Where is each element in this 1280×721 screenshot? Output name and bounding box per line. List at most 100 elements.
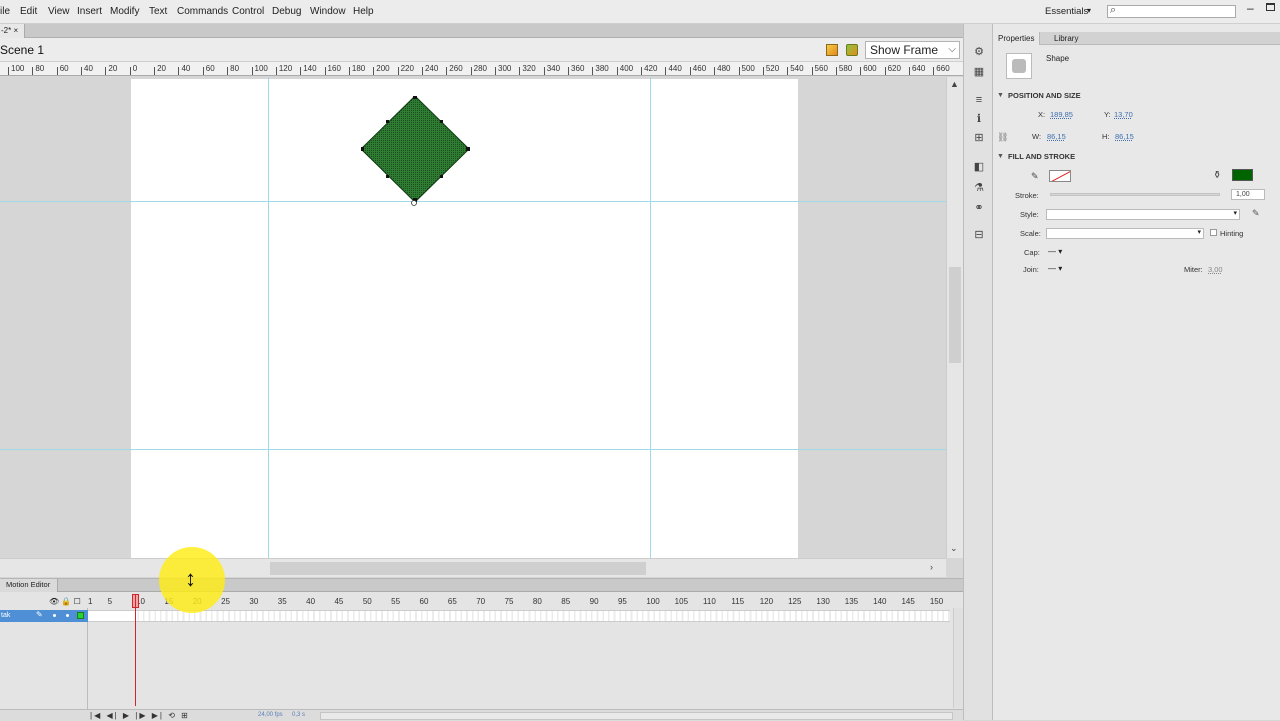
scroll-down-icon[interactable]: ⌄ (950, 543, 958, 554)
stroke-slider[interactable] (1050, 193, 1220, 196)
document-tab[interactable]: -2* × (0, 24, 25, 38)
frame-number[interactable]: 45 (334, 597, 343, 606)
frame-number[interactable]: 140 (873, 597, 886, 606)
guide-line[interactable] (268, 77, 269, 558)
lock-dot[interactable] (66, 614, 69, 617)
edit-pencil-icon[interactable]: ✎ (1252, 208, 1260, 219)
tab-properties[interactable]: Properties (993, 32, 1041, 45)
workspace-switcher[interactable]: Essentials (1045, 6, 1088, 17)
frame-number[interactable]: 110 (703, 597, 716, 606)
frame-number[interactable]: 95 (618, 597, 627, 606)
selected-diamond-shape[interactable] (361, 96, 471, 208)
keyframe-span[interactable] (88, 611, 136, 621)
minimize-button[interactable]: – (1247, 1, 1254, 15)
frame-number[interactable]: 150 (930, 597, 943, 606)
fill-color-swatch[interactable] (1232, 169, 1253, 181)
close-icon[interactable]: × (13, 26, 18, 35)
miter-value[interactable]: 3,00 (1208, 265, 1223, 274)
stage-vertical-scrollbar[interactable]: ▲ ⌄ (946, 77, 963, 558)
join-select[interactable]: — ▾ (1048, 264, 1062, 273)
frames-row[interactable] (88, 610, 950, 622)
frame-number[interactable]: 105 (675, 597, 688, 606)
section-position-size[interactable]: ▼ POSITION AND SIZE (993, 90, 1280, 102)
menu-window[interactable]: Window (310, 6, 346, 17)
tab-motion-editor[interactable]: Motion Editor (0, 579, 58, 592)
library-icon[interactable]: ▦ (973, 66, 985, 78)
frame-number[interactable]: 100 (646, 597, 659, 606)
swatches-icon[interactable]: ⚗ (973, 182, 985, 194)
stroke-width-input[interactable]: 1,00 (1231, 189, 1265, 200)
frame-number[interactable]: 70 (476, 597, 485, 606)
scroll-right-icon[interactable]: › (930, 562, 933, 572)
section-fill-stroke[interactable]: ▼ FILL AND STROKE (993, 151, 1280, 163)
frame-number[interactable]: 55 (391, 597, 400, 606)
scrollbar-thumb[interactable] (270, 562, 646, 575)
align-icon[interactable]: ≡ (973, 94, 985, 106)
guide-line[interactable] (650, 77, 651, 558)
menu-modify[interactable]: Modify (110, 6, 139, 17)
w-value[interactable]: 86,15 (1047, 132, 1066, 141)
frame-number[interactable]: 130 (816, 597, 829, 606)
menu-file[interactable]: ile (0, 6, 10, 17)
components-icon[interactable]: ⚭ (973, 202, 985, 214)
info-icon[interactable]: ℹ (973, 113, 985, 125)
frame-number[interactable]: 90 (590, 597, 599, 606)
frame-number[interactable]: 5 (108, 597, 112, 606)
layer-row[interactable]: tak ✎ (0, 610, 88, 622)
playback-controls[interactable]: |◀ ◀| ▶ |▶ ▶| ⟲ ⊞ (90, 711, 190, 720)
timeline-vertical-scrollbar[interactable] (953, 608, 963, 708)
menu-edit[interactable]: Edit (20, 6, 37, 17)
edit-scene-icon[interactable] (846, 44, 858, 56)
chevron-down-icon[interactable]: ▾ (1087, 6, 1091, 15)
guide-line[interactable] (0, 201, 946, 202)
stage-horizontal-scrollbar[interactable]: › (0, 558, 946, 577)
frame-number[interactable]: 35 (278, 597, 287, 606)
frame-number[interactable]: 80 (533, 597, 542, 606)
frame-number[interactable]: 40 (306, 597, 315, 606)
menu-view[interactable]: View (48, 6, 70, 17)
menu-help[interactable]: Help (353, 6, 374, 17)
transform-icon[interactable]: ⊞ (973, 132, 985, 144)
frame-number[interactable]: 25 (221, 597, 230, 606)
pasteboard[interactable] (0, 77, 946, 558)
frame-number[interactable]: 135 (845, 597, 858, 606)
timeline-horizontal-scrollbar[interactable] (320, 712, 953, 720)
x-value[interactable]: 189,85 (1050, 110, 1073, 119)
hinting-checkbox[interactable] (1210, 229, 1217, 236)
fps-readout[interactable]: 24,00 fps (258, 712, 283, 718)
tab-library[interactable]: Library (1049, 32, 1083, 45)
menu-text[interactable]: Text (149, 6, 167, 17)
maximize-button[interactable] (1266, 3, 1275, 11)
edit-symbols-icon[interactable] (826, 44, 838, 56)
gear-icon[interactable]: ⚙ (973, 46, 985, 58)
color-icon[interactable]: ◧ (973, 161, 985, 173)
frame-number[interactable]: 85 (561, 597, 570, 606)
visibility-dot[interactable] (53, 614, 56, 617)
frame-number[interactable]: 115 (731, 597, 744, 606)
style-select[interactable]: ▾ (1046, 209, 1240, 220)
playhead[interactable] (135, 594, 136, 706)
stroke-color-swatch[interactable] (1049, 170, 1071, 182)
menu-insert[interactable]: Insert (77, 6, 102, 17)
menu-commands[interactable]: Commands (177, 6, 228, 17)
frame-number[interactable]: 50 (363, 597, 372, 606)
outline-color-box[interactable] (77, 612, 84, 619)
frame-number[interactable]: 120 (760, 597, 773, 606)
scrollbar-thumb[interactable] (949, 267, 961, 363)
h-value[interactable]: 86,15 (1115, 132, 1134, 141)
frame-number[interactable]: 60 (420, 597, 429, 606)
cap-select[interactable]: — ▾ (1048, 247, 1062, 256)
frame-number[interactable]: 65 (448, 597, 457, 606)
frame-number[interactable]: 30 (249, 597, 258, 606)
link-icon[interactable]: ⛓ (997, 132, 1008, 143)
y-value[interactable]: 13,70 (1114, 110, 1133, 119)
menu-control[interactable]: Control (232, 6, 264, 17)
menu-debug[interactable]: Debug (272, 6, 301, 17)
search-input[interactable]: ⌕ (1107, 4, 1236, 18)
frame-number[interactable]: 145 (901, 597, 914, 606)
scroll-up-icon[interactable]: ▲ (950, 79, 959, 89)
frame-number[interactable]: 75 (505, 597, 514, 606)
layer-toggle-icons[interactable]: 👁 🔒 ☐ (49, 597, 81, 606)
guide-line[interactable] (0, 449, 946, 450)
motion-presets-icon[interactable]: ⊟ (973, 229, 985, 241)
